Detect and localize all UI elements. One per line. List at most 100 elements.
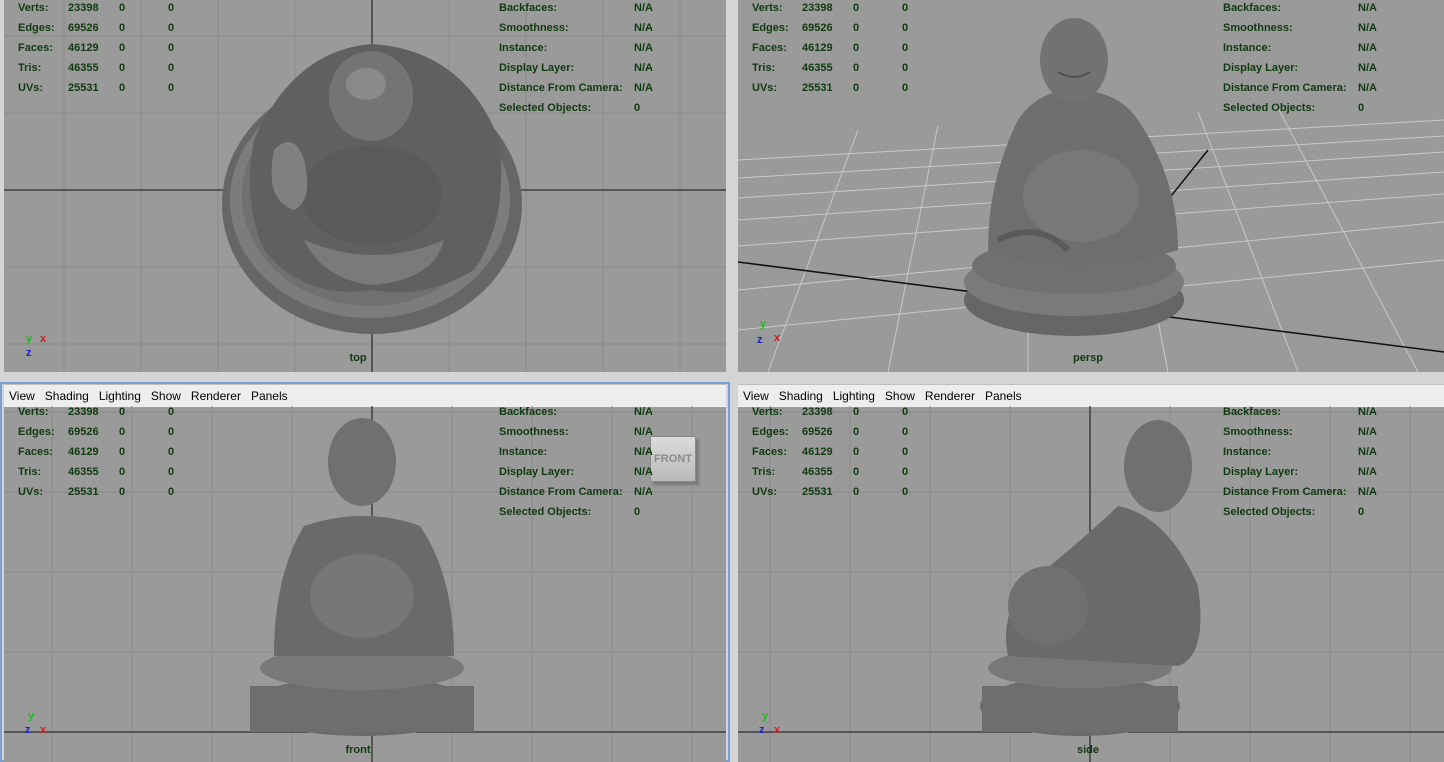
axis-x-label: x — [774, 724, 781, 736]
hud-stat-v2: 0 — [853, 2, 860, 14]
menu-show[interactable]: Show — [146, 389, 186, 403]
menu-show[interactable]: Show — [880, 389, 920, 403]
menu-panels[interactable]: Panels — [980, 389, 1027, 403]
menu-renderer[interactable]: Renderer — [186, 389, 246, 403]
menu-view[interactable]: View — [4, 389, 40, 403]
hud-stat-v1: 25531 — [68, 486, 99, 498]
axis-x-label: x — [40, 724, 47, 736]
axis-y-label: y — [762, 710, 769, 722]
hud-info-value: N/A — [634, 2, 653, 14]
viewcube[interactable]: FRONT — [650, 436, 696, 482]
viewport-persp[interactable]: y z x persp — [738, 0, 1444, 372]
hud-info-label: Selected Objects: — [1223, 102, 1316, 114]
hud-info-label: Smoothness: — [499, 22, 569, 34]
hud-stat-label: Edges: — [752, 22, 789, 34]
hud-info-value: N/A — [1358, 2, 1377, 14]
hud-stat-v3: 0 — [902, 446, 909, 458]
hud-stat-label: Verts: — [752, 2, 783, 14]
axis-y-label: y — [28, 710, 35, 722]
menu-renderer[interactable]: Renderer — [920, 389, 980, 403]
viewport-label: top — [349, 352, 367, 364]
hud-info-value: N/A — [634, 62, 653, 74]
hud-stat-v3: 0 — [168, 426, 175, 438]
hud-stat-v3: 0 — [902, 62, 909, 74]
hud-stat-label: Edges: — [752, 426, 789, 438]
hud-stat-label: Tris: — [752, 62, 776, 74]
viewport-label: front — [345, 744, 371, 756]
hud-stat-v3: 0 — [168, 486, 175, 498]
hud-info-value: N/A — [1358, 42, 1377, 54]
hud-stat-label: Edges: — [18, 22, 55, 34]
viewport-side[interactable]: View Shading Lighting Show Renderer Pane… — [738, 384, 1444, 762]
hud-stat-v2: 0 — [119, 426, 126, 438]
hud-stat-v2: 0 — [853, 426, 860, 438]
axis-indicator: y x z — [24, 333, 64, 363]
hud-stat-v2: 0 — [853, 446, 860, 458]
hud-info-label: Selected Objects: — [499, 102, 592, 114]
hud-stat-v3: 0 — [902, 2, 909, 14]
hud-info-value: N/A — [634, 82, 653, 94]
hud-stat-label: Verts: — [752, 406, 783, 418]
viewport-top[interactable]: y x z top — [4, 0, 726, 372]
buddha-front-model — [250, 418, 474, 736]
hud-stat-v1: 25531 — [802, 486, 833, 498]
hud-stat-v2: 0 — [119, 2, 126, 14]
hud-stat-v3: 0 — [168, 22, 175, 34]
hud-stat-v1: 46129 — [68, 42, 99, 54]
hud-stat-v1: 46355 — [68, 466, 99, 478]
hud-stat-v1: 46129 — [68, 446, 99, 458]
hud-info-label: Backfaces: — [499, 406, 558, 418]
hud-stat-v2: 0 — [853, 82, 860, 94]
hud-stat-label: Verts: — [18, 406, 49, 418]
hud-stat-label: UVs: — [18, 486, 44, 498]
hud-info-label: Selected Objects: — [499, 506, 592, 518]
hud-stat-label: UVs: — [752, 486, 778, 498]
axis-indicator: y z x — [756, 318, 796, 348]
hud-stat-v3: 0 — [902, 42, 909, 54]
hud-stat-v1: 23398 — [68, 406, 99, 418]
hud-stat-v3: 0 — [902, 82, 909, 94]
axis-indicator: y z x — [24, 710, 64, 740]
hud-info-label: Instance: — [1223, 42, 1272, 54]
hud-stat-v2: 0 — [119, 446, 126, 458]
hud-stat-v1: 46129 — [802, 446, 833, 458]
viewport-front[interactable]: View Shading Lighting Show Renderer Pane… — [4, 384, 726, 762]
hud-info-label: Distance From Camera: — [1223, 486, 1347, 498]
hud-stat-v2: 0 — [853, 406, 860, 418]
axis-indicator: y z x — [758, 710, 798, 740]
axis-x-label: x — [774, 332, 781, 344]
hud-stat-v1: 23398 — [802, 406, 833, 418]
menu-shading[interactable]: Shading — [774, 389, 828, 403]
hud-stat-v3: 0 — [902, 466, 909, 478]
hud-info-value: N/A — [1358, 22, 1377, 34]
hud-stat-v2: 0 — [853, 22, 860, 34]
hud-info-label: Distance From Camera: — [499, 82, 623, 94]
menu-view[interactable]: View — [738, 389, 774, 403]
perspective-grid — [738, 18, 1444, 372]
axis-y-label: y — [26, 333, 33, 345]
hud-stat-v1: 25531 — [802, 82, 833, 94]
hud-stat-v1: 46355 — [68, 62, 99, 74]
hud-stat-v1: 69526 — [802, 426, 833, 438]
hud-stat-label: UVs: — [18, 82, 44, 94]
hud-info-label: Backfaces: — [1223, 406, 1282, 418]
hud-stat-v1: 46355 — [802, 466, 833, 478]
menu-lighting[interactable]: Lighting — [94, 389, 146, 403]
hud-stat-v2: 0 — [119, 406, 126, 418]
hud-stat-v3: 0 — [168, 2, 175, 14]
hud-info-value: 0 — [1358, 506, 1365, 518]
hud-stat-label: Tris: — [18, 466, 42, 478]
hud-stat-label: Tris: — [18, 62, 42, 74]
menu-panels[interactable]: Panels — [246, 389, 293, 403]
hud-info-value: N/A — [1358, 62, 1377, 74]
menu-shading[interactable]: Shading — [40, 389, 94, 403]
grid — [738, 406, 1444, 762]
menu-lighting[interactable]: Lighting — [828, 389, 880, 403]
hud-stat-label: Faces: — [18, 446, 53, 458]
hud-info-value: 0 — [634, 102, 641, 114]
hud-stat-label: Tris: — [752, 466, 776, 478]
hud-stat-v1: 46355 — [802, 62, 833, 74]
hud-stat-label: Verts: — [18, 2, 49, 14]
axis-z-label: z — [757, 334, 763, 346]
hud-info-value: 0 — [634, 506, 641, 518]
